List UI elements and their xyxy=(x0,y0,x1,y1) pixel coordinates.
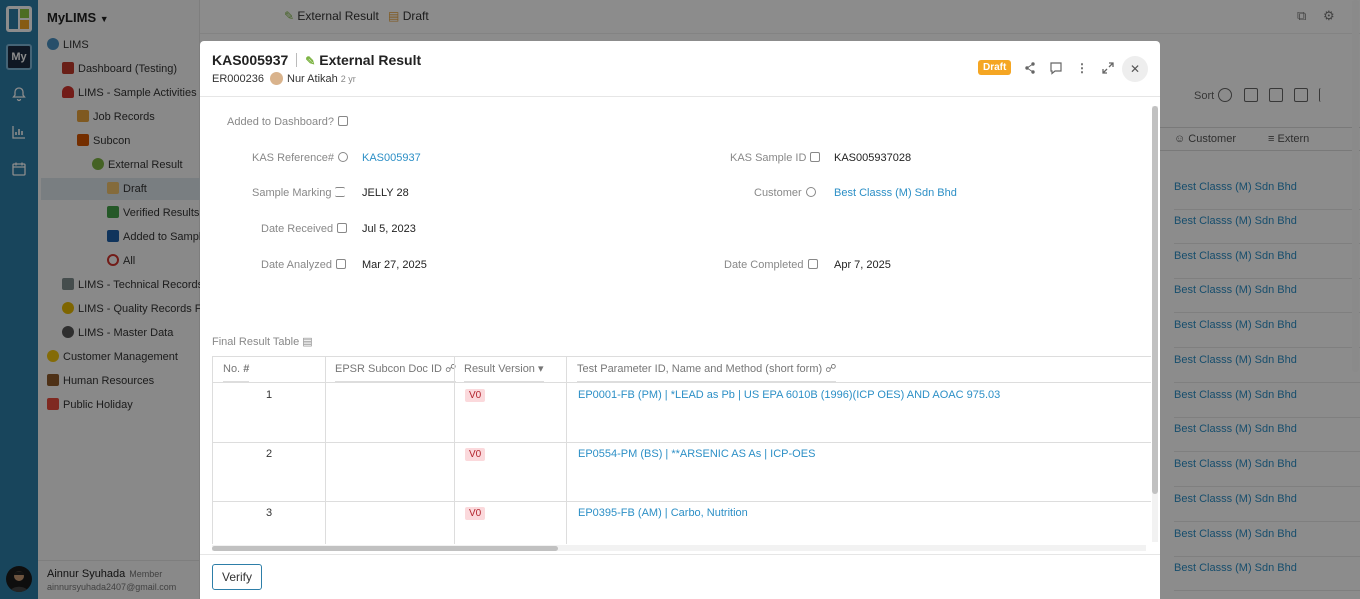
share-icon[interactable] xyxy=(1023,61,1037,75)
column-epsr-subcon-doc-id[interactable]: EPSR Subcon Doc ID ☍ xyxy=(335,357,457,382)
section-label: Final Result Table xyxy=(212,336,300,348)
field-label: Date Analyzed xyxy=(261,259,332,271)
modal-body: Added to Dashboard? KAS Reference# KAS00… xyxy=(200,98,1160,544)
test-parameter-link[interactable]: EP0395-FB (AM) | Carbo, Nutrition xyxy=(578,507,748,519)
version-badge[interactable]: V0 xyxy=(465,448,486,461)
field-label: Sample Marking xyxy=(252,187,332,199)
date-completed-value[interactable]: Apr 7, 2025 xyxy=(834,259,891,271)
record-modal: KAS005937 ✎ External Result ER000236 Nur A… xyxy=(200,41,1160,599)
column-label: EPSR Subcon Doc ID xyxy=(335,363,442,375)
kas-reference-label: KAS Reference# xyxy=(252,152,348,164)
table-icon: ▤ xyxy=(302,336,313,348)
scroll-thumb[interactable] xyxy=(212,546,558,551)
customer-value[interactable]: Best Classs (M) Sdn Bhd xyxy=(834,187,957,199)
field-label: Customer xyxy=(754,187,802,199)
pill-icon: ✎ xyxy=(305,54,316,68)
dropdown-icon xyxy=(810,152,821,162)
hash-icon: # xyxy=(243,363,250,375)
text-lines-icon xyxy=(335,187,346,197)
added-to-dashboard-field[interactable]: Added to Dashboard? xyxy=(227,116,349,128)
column-result-version[interactable]: Result Version ▾ xyxy=(464,357,544,382)
date-completed-label: Date Completed xyxy=(724,259,818,271)
calendar-icon xyxy=(337,223,348,233)
customer-label: Customer xyxy=(754,187,816,199)
field-label: Date Completed xyxy=(724,259,804,271)
column-label: Test Parameter ID, Name and Method (shor… xyxy=(577,363,823,375)
modal-header: KAS005937 ✎ External Result ER000236 Nur A… xyxy=(200,41,1160,97)
date-received-value[interactable]: Jul 5, 2023 xyxy=(362,223,416,235)
dropdown-icon: ▾ xyxy=(538,363,544,375)
record-code: ER000236 xyxy=(212,73,264,85)
status-badge[interactable]: Draft xyxy=(978,60,1012,75)
version-badge[interactable]: V0 xyxy=(465,389,486,402)
final-result-table: No. # EPSR Subcon Doc ID ☍ Result Versio… xyxy=(212,356,1151,544)
relation-icon xyxy=(805,187,816,197)
row-number: 1 xyxy=(265,389,273,401)
column-label: Result Version xyxy=(464,363,535,375)
relation-icon: ☍ xyxy=(825,363,837,375)
row-number: 3 xyxy=(265,507,273,519)
verify-button[interactable]: Verify xyxy=(212,564,263,590)
expand-icon[interactable] xyxy=(1101,61,1115,75)
field-label: KAS Reference# xyxy=(252,152,334,164)
modal-title: KAS005937 ✎ External Result xyxy=(212,52,421,68)
test-parameter-link[interactable]: EP0001-FB (PM) | *LEAD as Pb | US EPA 60… xyxy=(578,389,1000,401)
row-number: 2 xyxy=(265,448,273,460)
author-avatar xyxy=(270,72,283,85)
field-label: KAS Sample ID xyxy=(730,152,807,164)
record-type: External Result xyxy=(319,52,422,68)
more-options-icon[interactable]: ⋮ xyxy=(1075,61,1089,75)
checkbox-icon[interactable] xyxy=(338,116,349,126)
sample-marking-label: Sample Marking xyxy=(252,187,346,199)
version-badge[interactable]: V0 xyxy=(465,507,486,520)
close-button[interactable]: ✕ xyxy=(1122,56,1148,82)
author-name[interactable]: Nur Atikah xyxy=(287,73,338,85)
calendar-icon xyxy=(335,259,346,269)
field-label: Date Received xyxy=(261,223,334,235)
column-no[interactable]: No. # xyxy=(223,357,250,382)
test-parameter-link[interactable]: EP0554-PM (BS) | **ARSENIC AS As | ICP-O… xyxy=(578,448,815,460)
modal-subtitle: ER000236 Nur Atikah 2 yr xyxy=(212,72,356,85)
final-result-table-title: Final Result Table ▤ xyxy=(212,335,313,348)
column-test-parameter[interactable]: Test Parameter ID, Name and Method (shor… xyxy=(577,357,837,382)
date-analyzed-value[interactable]: Mar 27, 2025 xyxy=(362,259,427,271)
vertical-scrollbar[interactable] xyxy=(1152,106,1158,542)
date-received-label: Date Received xyxy=(261,223,348,235)
column-label: No. xyxy=(223,363,241,375)
date-analyzed-label: Date Analyzed xyxy=(261,259,346,271)
horizontal-scrollbar[interactable] xyxy=(212,545,1146,551)
field-label: Added to Dashboard? xyxy=(227,116,335,128)
kas-sample-id-value[interactable]: KAS005937028 xyxy=(834,152,911,164)
scroll-thumb[interactable] xyxy=(1152,106,1158,494)
modal-footer: Verify xyxy=(200,554,1160,599)
kas-reference-value[interactable]: KAS005937 xyxy=(362,152,421,164)
record-age: 2 yr xyxy=(340,74,356,84)
record-id: KAS005937 xyxy=(212,52,289,68)
page-scrollbar[interactable] xyxy=(1350,0,1360,599)
comment-icon[interactable] xyxy=(1049,61,1063,75)
sample-marking-value[interactable]: JELLY 28 xyxy=(362,187,409,199)
close-icon: ✕ xyxy=(1129,62,1141,76)
calendar-icon xyxy=(807,259,818,269)
kas-sample-id-label: KAS Sample ID xyxy=(730,152,821,164)
relation-icon xyxy=(337,152,348,162)
